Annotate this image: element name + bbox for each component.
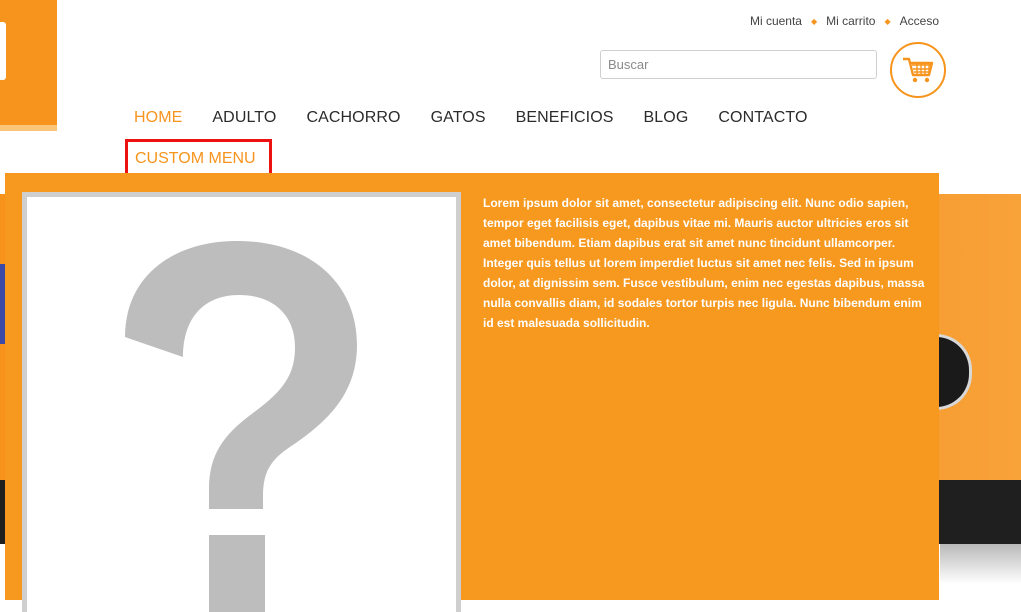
nav-item-gatos[interactable]: GATOS — [431, 109, 486, 127]
separator-icon: ◆ — [810, 16, 818, 26]
nav-item-contacto[interactable]: CONTACTO — [718, 109, 807, 127]
custom-menu-dropdown: Lorem ipsum dolor sit amet, consectetur … — [5, 173, 939, 612]
search-input[interactable] — [600, 50, 877, 79]
separator-icon: ◆ — [884, 16, 891, 26]
logo[interactable] — [0, 0, 57, 131]
nav-item-beneficios[interactable]: BENEFICIOS — [516, 109, 614, 127]
link-mi-carrito[interactable]: Mi carrito — [826, 14, 875, 28]
question-mark-placeholder-icon — [125, 241, 357, 612]
nav-item-adulto[interactable]: ADULTO — [212, 109, 276, 127]
link-acceso[interactable]: Acceso — [900, 14, 939, 28]
top-links: Mi cuenta ◆ Mi carrito ◆ Acceso — [750, 14, 939, 28]
banner-graphic — [936, 334, 972, 410]
banner-shadow — [940, 544, 1021, 584]
link-mi-cuenta[interactable]: Mi cuenta — [750, 14, 802, 28]
nav-item-blog[interactable]: BLOG — [644, 109, 689, 127]
shopping-cart-icon — [903, 57, 934, 83]
nav-item-cachorro[interactable]: CACHORRO — [306, 109, 400, 127]
main-nav: HOME ADULTO CACHORRO GATOS BENEFICIOS BL… — [134, 109, 838, 127]
cart-button[interactable] — [890, 42, 946, 98]
logo-mark — [0, 22, 6, 80]
placeholder-image — [22, 192, 461, 612]
dropdown-description: Lorem ipsum dolor sit amet, consectetur … — [483, 196, 925, 330]
nav-item-home[interactable]: HOME — [134, 109, 182, 127]
